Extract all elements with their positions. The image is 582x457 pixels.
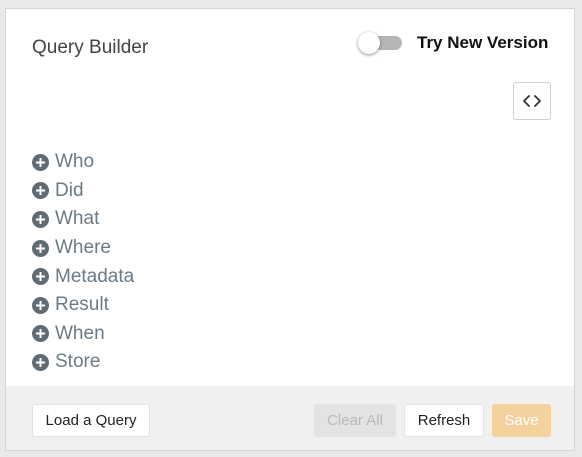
term-list: Who Did What Where Metadata Result When … xyxy=(32,148,134,377)
query-builder-panel: Query Builder Try New Version Who Did Wh… xyxy=(5,8,575,451)
code-view-button[interactable] xyxy=(513,82,551,120)
plus-circle-icon[interactable] xyxy=(32,153,49,171)
term-label: Did xyxy=(55,179,84,201)
term-when[interactable]: When xyxy=(32,320,134,349)
term-label: Who xyxy=(55,151,95,173)
term-label: Result xyxy=(55,294,109,316)
term-label: Metadata xyxy=(55,265,135,287)
save-button[interactable]: Save xyxy=(492,404,551,437)
plus-circle-icon[interactable] xyxy=(32,182,49,200)
plus-circle-icon[interactable] xyxy=(32,353,49,371)
term-label: What xyxy=(55,208,100,230)
refresh-button[interactable]: Refresh xyxy=(404,404,484,437)
term-result[interactable]: Result xyxy=(32,291,134,320)
term-label: Where xyxy=(55,237,111,259)
new-version-toggle[interactable]: Try New Version xyxy=(358,32,549,54)
page-title: Query Builder xyxy=(32,37,149,58)
term-metadata[interactable]: Metadata xyxy=(32,262,134,291)
term-label: When xyxy=(55,322,105,344)
footer-bar: Load a Query Clear All Refresh Save xyxy=(6,386,574,450)
term-did[interactable]: Did xyxy=(32,177,134,206)
plus-circle-icon[interactable] xyxy=(32,325,49,343)
code-brackets-icon xyxy=(523,94,541,108)
term-who[interactable]: Who xyxy=(32,148,134,177)
toggle-label: Try New Version xyxy=(417,33,549,52)
load-query-button[interactable]: Load a Query xyxy=(32,404,150,437)
term-store[interactable]: Store xyxy=(32,348,134,377)
toggle-switch[interactable] xyxy=(358,32,402,54)
plus-circle-icon[interactable] xyxy=(32,296,49,314)
plus-circle-icon[interactable] xyxy=(32,210,49,228)
term-label: Store xyxy=(55,351,101,373)
plus-circle-icon[interactable] xyxy=(32,239,49,257)
plus-circle-icon[interactable] xyxy=(32,268,49,286)
clear-all-button[interactable]: Clear All xyxy=(314,404,396,437)
term-where[interactable]: Where xyxy=(32,234,134,263)
term-what[interactable]: What xyxy=(32,205,134,234)
toggle-knob[interactable] xyxy=(358,32,380,54)
